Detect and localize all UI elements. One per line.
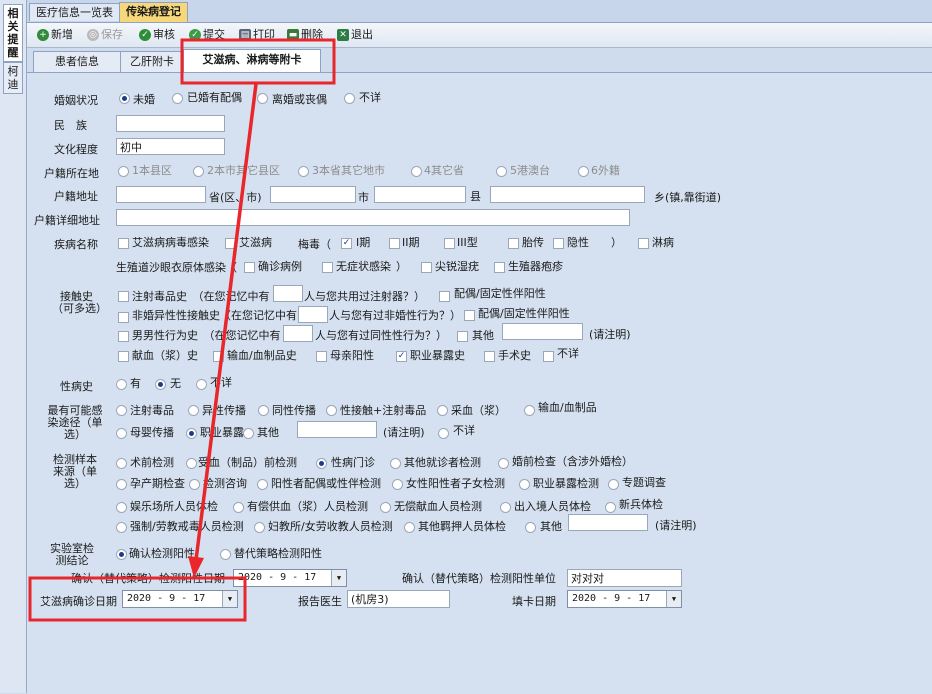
annotation-arrow-head <box>188 556 204 578</box>
annotation-overlay <box>28 38 336 622</box>
highlight-box-diagnosis-date <box>28 576 247 622</box>
highlight-box-tab <box>180 38 336 85</box>
annotation-arrow-line <box>194 83 258 561</box>
